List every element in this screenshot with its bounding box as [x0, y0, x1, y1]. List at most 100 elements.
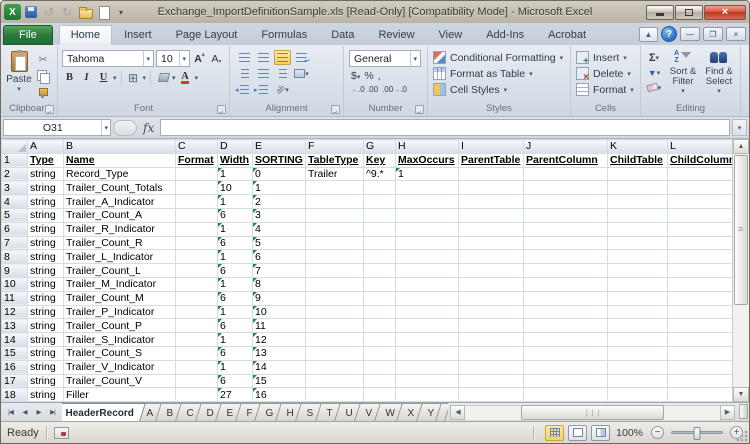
- cell-J17[interactable]: [524, 374, 608, 388]
- orientation-button[interactable]: ab▾: [274, 82, 291, 97]
- insert-button[interactable]: Insert▾: [576, 51, 638, 64]
- font-size-combo[interactable]: 10▾: [156, 50, 190, 67]
- cell-F3[interactable]: [306, 181, 364, 195]
- cell-I14[interactable]: [459, 333, 524, 347]
- grow-font-button[interactable]: A: [192, 51, 207, 66]
- cell-C1[interactable]: Format: [176, 153, 218, 167]
- cell-J13[interactable]: [524, 319, 608, 333]
- workbook-restore-button[interactable]: ❐: [703, 27, 723, 41]
- cell-D6[interactable]: 1: [218, 222, 253, 236]
- tab-acrobat[interactable]: Acrobat: [536, 25, 598, 45]
- cell-F15[interactable]: [306, 346, 364, 360]
- cell-B6[interactable]: Trailer_R_Indicator: [64, 222, 176, 236]
- cell-A17[interactable]: string: [28, 374, 64, 388]
- row-header-17[interactable]: 17: [2, 374, 28, 388]
- cell-B17[interactable]: Trailer_Count_V: [64, 374, 176, 388]
- tab-data[interactable]: Data: [319, 25, 366, 45]
- cell-L9[interactable]: [668, 264, 737, 278]
- cell-F5[interactable]: [306, 208, 364, 222]
- row-header-6[interactable]: 6: [2, 222, 28, 236]
- cell-A4[interactable]: string: [28, 195, 64, 209]
- italic-button[interactable]: I: [79, 70, 94, 85]
- number-format-combo[interactable]: General▾: [349, 50, 421, 67]
- cell-J7[interactable]: [524, 236, 608, 250]
- cell-E6[interactable]: 4: [253, 222, 306, 236]
- row-header-1[interactable]: 1: [2, 153, 28, 167]
- row-header-3[interactable]: 3: [2, 181, 28, 195]
- close-button[interactable]: ×: [704, 5, 746, 20]
- cell-A13[interactable]: string: [28, 319, 64, 333]
- cell-D4[interactable]: 1: [218, 195, 253, 209]
- cell-D8[interactable]: 1: [218, 250, 253, 264]
- cell-D7[interactable]: 6: [218, 236, 253, 250]
- cell-B2[interactable]: Record_Type: [64, 167, 176, 181]
- align-center-button[interactable]: [255, 66, 272, 81]
- column-header-A[interactable]: A: [28, 140, 64, 154]
- formula-input[interactable]: [160, 119, 730, 136]
- cell-K14[interactable]: [608, 333, 668, 347]
- cell-K13[interactable]: [608, 319, 668, 333]
- workbook-close-button[interactable]: ×: [726, 27, 746, 41]
- cell-G7[interactable]: [364, 236, 396, 250]
- column-header-I[interactable]: I: [459, 140, 524, 154]
- cell-H7[interactable]: [396, 236, 459, 250]
- tab-insert[interactable]: Insert: [112, 25, 164, 45]
- font-dialog-launcher[interactable]: [217, 105, 226, 114]
- cell-L10[interactable]: [668, 277, 737, 291]
- help-button[interactable]: ?: [661, 26, 677, 42]
- cell-H11[interactable]: [396, 291, 459, 305]
- cell-G5[interactable]: [364, 208, 396, 222]
- cell-L17[interactable]: [668, 374, 737, 388]
- name-box-dropdown-icon[interactable]: ▾: [101, 120, 110, 135]
- cell-D11[interactable]: 6: [218, 291, 253, 305]
- delete-button[interactable]: Delete▾: [576, 67, 638, 80]
- cell-L3[interactable]: [668, 181, 737, 195]
- scroll-left-icon[interactable]: ◀: [450, 405, 465, 420]
- cell-I5[interactable]: [459, 208, 524, 222]
- align-right-button[interactable]: [274, 66, 291, 81]
- zoom-slider[interactable]: [671, 431, 723, 434]
- cell-J16[interactable]: [524, 360, 608, 374]
- cell-G18[interactable]: [364, 388, 396, 402]
- vertical-scroll-track[interactable]: [733, 306, 749, 387]
- column-header-F[interactable]: F: [306, 140, 364, 154]
- cell-G12[interactable]: [364, 305, 396, 319]
- cell-E2[interactable]: 0: [253, 167, 306, 181]
- font-color-button[interactable]: A: [178, 70, 193, 85]
- cell-B11[interactable]: Trailer_Count_M: [64, 291, 176, 305]
- workbook-minimize-button[interactable]: —: [680, 27, 700, 41]
- cell-E9[interactable]: 7: [253, 264, 306, 278]
- cell-H9[interactable]: [396, 264, 459, 278]
- minimize-button[interactable]: [646, 5, 674, 20]
- cell-G14[interactable]: [364, 333, 396, 347]
- decrease-indent-button[interactable]: [236, 82, 253, 97]
- cell-C4[interactable]: [176, 195, 218, 209]
- cell-C10[interactable]: [176, 277, 218, 291]
- borders-button[interactable]: [126, 70, 141, 85]
- tab-home[interactable]: Home: [59, 25, 112, 45]
- cell-J9[interactable]: [524, 264, 608, 278]
- cell-B10[interactable]: Trailer_M_Indicator: [64, 277, 176, 291]
- row-header-18[interactable]: 18: [2, 388, 28, 402]
- cell-L11[interactable]: [668, 291, 737, 305]
- last-sheet-button[interactable]: ▶|: [46, 406, 59, 419]
- cell-C13[interactable]: [176, 319, 218, 333]
- cell-C5[interactable]: [176, 208, 218, 222]
- cell-C3[interactable]: [176, 181, 218, 195]
- cell-C17[interactable]: [176, 374, 218, 388]
- increase-decimal-button[interactable]: ←.0 .00: [351, 85, 378, 94]
- cell-E11[interactable]: 9: [253, 291, 306, 305]
- underline-button[interactable]: U: [96, 70, 111, 85]
- cell-C7[interactable]: [176, 236, 218, 250]
- page-break-view-button[interactable]: [591, 425, 610, 441]
- cell-E18[interactable]: 16: [253, 388, 306, 402]
- cell-A14[interactable]: string: [28, 333, 64, 347]
- align-left-button[interactable]: [236, 66, 253, 81]
- cell-G3[interactable]: [364, 181, 396, 195]
- cell-C6[interactable]: [176, 222, 218, 236]
- cell-L13[interactable]: [668, 319, 737, 333]
- cell-C12[interactable]: [176, 305, 218, 319]
- fill-color-button[interactable]: [155, 70, 170, 85]
- cell-B13[interactable]: Trailer_Count_P: [64, 319, 176, 333]
- cell-G16[interactable]: [364, 360, 396, 374]
